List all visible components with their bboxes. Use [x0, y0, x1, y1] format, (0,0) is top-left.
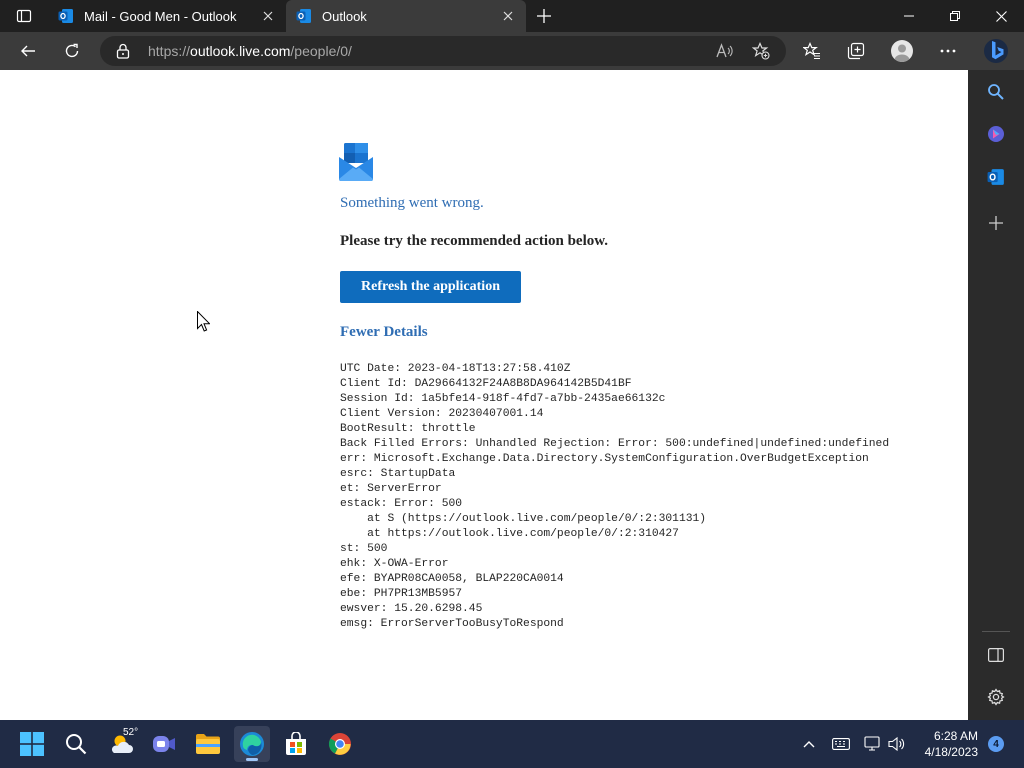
outlook-icon — [58, 8, 74, 24]
weather-temperature: 52° — [123, 727, 139, 738]
teams-chat-icon[interactable] — [146, 726, 182, 762]
restore-button[interactable] — [932, 0, 978, 32]
back-button[interactable] — [12, 35, 44, 67]
outlook-icon[interactable] — [984, 165, 1008, 189]
outlook-logo-icon — [339, 143, 373, 186]
edge-sidebar — [968, 70, 1024, 720]
error-detail-line: esrc: StartupData — [340, 468, 456, 480]
discover-icon[interactable] — [984, 122, 1008, 146]
clock-date: 4/18/2023 — [924, 745, 978, 759]
avatar — [891, 40, 913, 62]
edge-taskbar-icon[interactable] — [234, 726, 270, 762]
error-detail-line: Back Filled Errors: Unhandled Rejection:… — [340, 438, 890, 450]
error-detail-line: et: ServerError — [340, 483, 442, 495]
collections-icon[interactable] — [840, 35, 872, 67]
browser-toolbar: https://outlook.live.com/people/0/ — [0, 32, 1024, 70]
settings-gear-icon[interactable] — [984, 685, 1008, 709]
profile-avatar[interactable] — [886, 35, 918, 67]
bing-copilot-icon[interactable] — [980, 35, 1012, 67]
error-detail-line: err: Microsoft.Exchange.Data.Directory.S… — [340, 453, 869, 465]
network-icon[interactable] — [861, 732, 885, 756]
url-text: https://outlook.live.com/people/0/ — [148, 43, 352, 59]
chrome-icon[interactable] — [322, 726, 358, 762]
url-path: /people/0/ — [290, 43, 352, 59]
error-detail-line: st: 500 — [340, 543, 388, 555]
url-scheme: https:// — [148, 43, 191, 59]
file-explorer-icon[interactable] — [190, 726, 226, 762]
error-detail-line: efe: BYAPR08CA0058, BLAP220CA0014 — [340, 573, 564, 585]
error-detail-line: Client Version: 20230407001.14 — [340, 408, 544, 420]
error-details: UTC Date: 2023-04-18T13:27:58.410Z Client… — [340, 362, 889, 632]
browser-tab-strip: Mail - Good Men - Outlook Outlook — [0, 0, 1024, 32]
mouse-pointer-icon — [197, 310, 211, 337]
error-detail-line: BootResult: throttle — [340, 423, 476, 435]
system-clock[interactable]: 6:28 AM 4/18/2023 — [925, 728, 978, 760]
windows-taskbar: 6:28 AM 4/18/2023 — [0, 720, 1024, 768]
favorites-icon[interactable] — [796, 35, 828, 67]
sidebar-divider — [982, 631, 1010, 632]
minimize-button[interactable] — [886, 0, 932, 32]
more-options-icon[interactable] — [932, 35, 964, 67]
error-detail-line: UTC Date: 2023-04-18T13:27:58.410Z — [340, 363, 571, 375]
show-hidden-icons-chevron-icon[interactable] — [797, 732, 821, 756]
tab-title: Mail - Good Men - Outlook — [84, 8, 237, 24]
taskbar-search-icon[interactable] — [58, 726, 94, 762]
tab-actions-icon[interactable] — [8, 0, 40, 32]
new-tab-button[interactable] — [532, 4, 556, 28]
hide-sidebar-icon[interactable] — [984, 643, 1008, 667]
fewer-details-link[interactable]: Fewer Details — [340, 324, 428, 341]
address-bar[interactable]: https://outlook.live.com/people/0/ — [100, 36, 786, 66]
error-detail-line: ebe: PH7PR13MB5957 — [340, 588, 463, 600]
volume-icon[interactable] — [885, 732, 909, 756]
error-detail-line: ewsver: 15.20.6298.45 — [340, 603, 483, 615]
notification-badge[interactable]: 4 — [988, 736, 1004, 752]
error-detail-line: at S (https://outlook.live.com/people/0/… — [340, 513, 707, 525]
clock-time: 6:28 AM — [933, 729, 978, 743]
close-tab-icon[interactable] — [500, 8, 516, 24]
tab-outlook[interactable]: Outlook — [286, 0, 526, 32]
error-subtitle: Please try the recommended action below. — [340, 233, 609, 249]
error-detail-line: estack: Error: 500 — [340, 498, 463, 510]
close-window-button[interactable] — [978, 0, 1024, 32]
error-title: Something went wrong. — [340, 195, 484, 211]
add-favorite-icon[interactable] — [749, 39, 773, 63]
start-button[interactable] — [14, 726, 50, 762]
url-host: outlook.live.com — [190, 43, 291, 59]
lock-icon[interactable] — [116, 43, 130, 64]
keyboard-icon[interactable] — [829, 732, 853, 756]
error-detail-line: Client Id: DA29664132F24A8B8DA964142B5D4… — [340, 378, 632, 390]
microsoft-store-icon[interactable] — [278, 726, 314, 762]
tab-title: Outlook — [322, 8, 367, 24]
page-content: Something went wrong. Please try the rec… — [0, 70, 968, 720]
error-detail-line: at https://outlook.live.com/people/0/:2:… — [340, 528, 679, 540]
refresh-button[interactable] — [56, 35, 88, 67]
refresh-application-button[interactable]: Refresh the application — [340, 271, 521, 303]
error-detail-line: emsg: ErrorServerTooBusyToRespond — [340, 618, 564, 630]
tab-mail[interactable]: Mail - Good Men - Outlook — [48, 0, 286, 32]
outlook-icon — [296, 8, 312, 24]
add-icon[interactable] — [984, 211, 1008, 235]
error-detail-line: ehk: X-OWA-Error — [340, 558, 449, 570]
close-tab-icon[interactable] — [260, 8, 276, 24]
search-icon[interactable] — [984, 80, 1008, 104]
read-aloud-icon[interactable] — [713, 39, 737, 63]
error-detail-line: Session Id: 1a5bfe14-918f-4fd7-a7bb-2435… — [340, 393, 666, 405]
